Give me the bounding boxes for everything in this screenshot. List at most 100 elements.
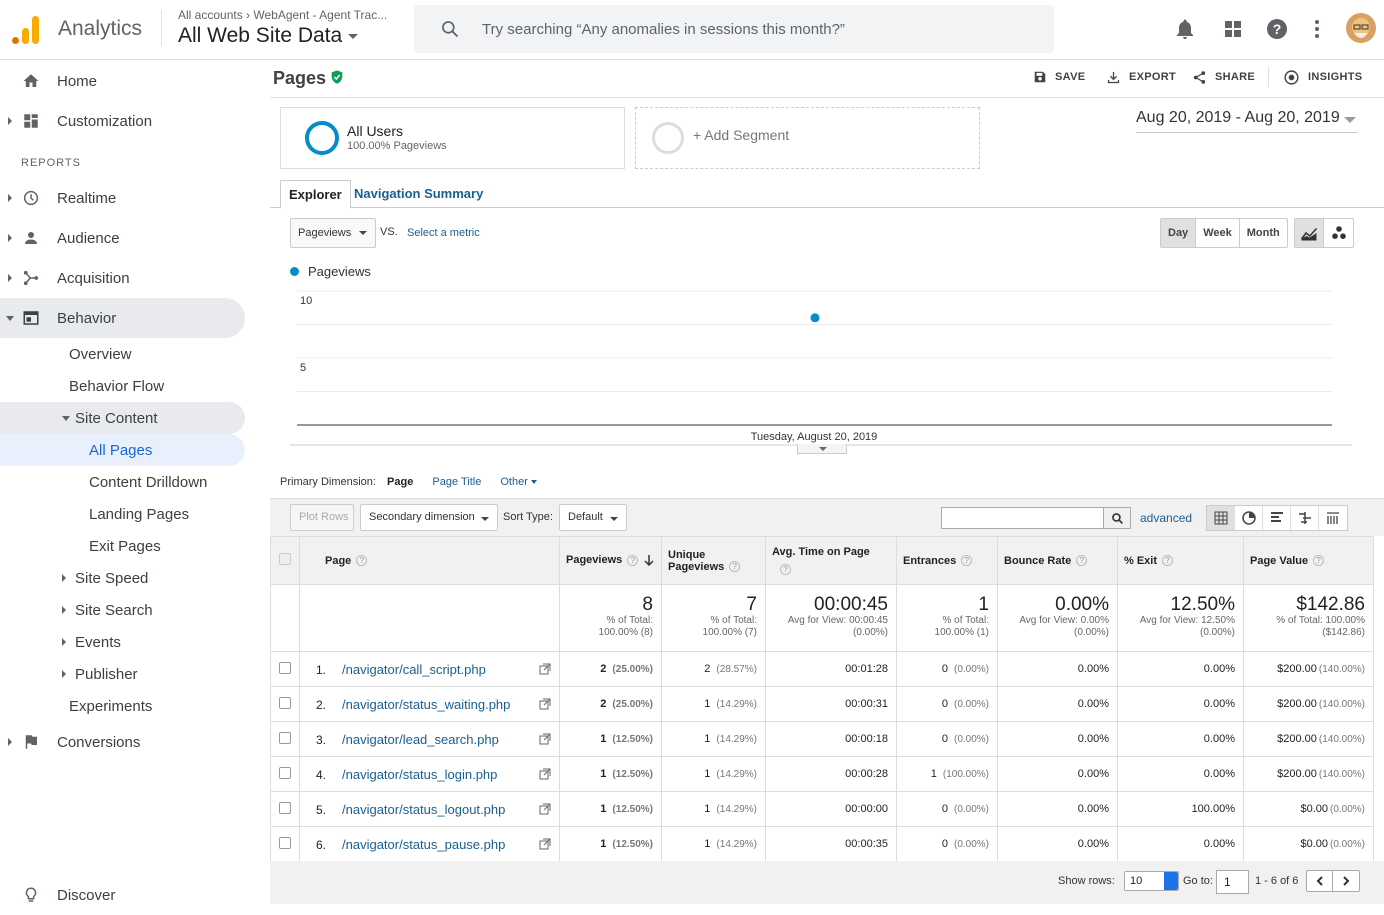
row-checkbox[interactable] (279, 731, 291, 744)
help-icon[interactable]: ? (1076, 555, 1088, 567)
avatar[interactable] (1346, 13, 1376, 43)
dimension-page-title[interactable]: Page Title (432, 476, 481, 488)
select-all-checkbox[interactable] (279, 553, 291, 565)
tab-explorer[interactable]: Explorer (280, 180, 351, 209)
month-button[interactable]: Month (1240, 219, 1287, 247)
select-metric-link[interactable]: Select a metric (407, 227, 480, 239)
dimension-page[interactable]: Page (387, 476, 413, 488)
open-external-icon[interactable] (539, 698, 551, 710)
row-checkbox[interactable] (279, 661, 291, 674)
help-icon[interactable]: ? (729, 561, 741, 573)
view-selector[interactable]: All Web Site Data (178, 24, 359, 48)
metric-selector[interactable]: Pageviews (290, 218, 376, 248)
sidebar-item-site-speed[interactable]: Site Speed (62, 562, 148, 594)
sidebar-item-overview[interactable]: Overview (69, 338, 132, 370)
share-button[interactable]: SHARE (1192, 69, 1255, 85)
prev-page-button[interactable] (1307, 871, 1334, 891)
page-link[interactable]: /navigator/status_login.php (342, 767, 497, 782)
rows-per-page-select[interactable]: 10 (1124, 871, 1179, 891)
help-icon[interactable]: ? (356, 555, 368, 567)
sidebar-item-landing-pages[interactable]: Landing Pages (89, 498, 189, 530)
search-bar[interactable]: Try searching “Any anomalies in sessions… (414, 5, 1054, 53)
page-link[interactable]: /navigator/status_pause.php (342, 837, 505, 852)
header-page[interactable]: Page? (299, 536, 560, 585)
table-view-icon[interactable] (1207, 506, 1235, 530)
sidebar-item-publisher[interactable]: Publisher (62, 658, 138, 690)
sidebar-item-home[interactable]: Home (0, 61, 245, 101)
row-checkbox[interactable] (279, 836, 291, 849)
open-external-icon[interactable] (539, 663, 551, 675)
add-segment-button[interactable]: + Add Segment (635, 107, 980, 169)
help-icon[interactable]: ? (1313, 555, 1325, 567)
pie-view-icon[interactable] (1235, 506, 1263, 530)
header-unique-pageviews[interactable]: Unique Pageviews? (661, 536, 766, 585)
account-breadcrumb[interactable]: All accounts › WebAgent - Agent Trac... (178, 8, 387, 22)
sidebar-item-audience[interactable]: Audience (0, 218, 245, 258)
motion-chart-icon[interactable] (1324, 219, 1353, 247)
more-vert-icon[interactable] (1305, 17, 1329, 41)
sidebar-item-events[interactable]: Events (62, 626, 121, 658)
open-external-icon[interactable] (539, 838, 551, 850)
header-exit[interactable]: % Exit? (1117, 536, 1244, 585)
row-checkbox[interactable] (279, 801, 291, 814)
header-bounce-rate[interactable]: Bounce Rate? (997, 536, 1118, 585)
sidebar-item-behavior-flow[interactable]: Behavior Flow (69, 370, 164, 402)
row-checkbox[interactable] (279, 696, 291, 709)
insights-button[interactable]: INSIGHTS (1283, 69, 1362, 85)
day-button[interactable]: Day (1161, 219, 1197, 247)
date-range-picker[interactable]: Aug 20, 2019 - Aug 20, 2019 (1136, 109, 1358, 133)
sidebar-item-acquisition[interactable]: Acquisition (0, 258, 245, 298)
line-chart-icon[interactable] (1295, 219, 1324, 247)
performance-view-icon[interactable] (1263, 506, 1291, 530)
next-page-button[interactable] (1333, 871, 1359, 891)
week-button[interactable]: Week (1196, 219, 1240, 247)
select-all-cell (270, 536, 300, 585)
sidebar-item-conversions[interactable]: Conversions (0, 722, 245, 762)
header-entrances[interactable]: Entrances? (896, 536, 998, 585)
sort-type-select[interactable]: Default (559, 504, 627, 531)
row-checkbox[interactable] (279, 766, 291, 779)
bell-icon[interactable] (1173, 17, 1197, 41)
page-link[interactable]: /navigator/status_waiting.php (342, 697, 510, 712)
open-external-icon[interactable] (539, 768, 551, 780)
help-icon[interactable]: ? (627, 555, 639, 567)
advanced-filter-link[interactable]: advanced (1140, 511, 1192, 525)
open-external-icon[interactable] (539, 803, 551, 815)
page-link[interactable]: /navigator/lead_search.php (342, 732, 499, 747)
sidebar-item-realtime[interactable]: Realtime (0, 178, 245, 218)
sidebar-item-site-content[interactable]: Site Content (0, 402, 245, 434)
table-filter-input[interactable] (941, 507, 1104, 529)
sidebar-item-discover[interactable]: Discover (0, 875, 245, 915)
segment-all-users[interactable]: All Users 100.00% Pageviews (280, 107, 625, 169)
help-icon[interactable]: ? (961, 555, 973, 567)
sidebar-item-all-pages[interactable]: All Pages (0, 434, 245, 466)
sidebar-item-behavior[interactable]: Behavior (0, 298, 245, 338)
chart-expand-handle[interactable] (797, 444, 847, 454)
help-icon[interactable]: ? (1265, 17, 1289, 41)
tab-navigation-summary[interactable]: Navigation Summary (346, 180, 491, 209)
pivot-view-icon[interactable] (1319, 506, 1347, 530)
analytics-logo-icon[interactable] (12, 14, 40, 44)
help-icon[interactable]: ? (780, 564, 791, 575)
go-to-input[interactable]: 1 (1216, 870, 1249, 894)
sidebar-item-experiments[interactable]: Experiments (69, 690, 152, 722)
comparison-view-icon[interactable] (1291, 506, 1319, 530)
save-button[interactable]: SAVE (1033, 69, 1085, 85)
sidebar-item-exit-pages[interactable]: Exit Pages (89, 530, 161, 562)
sidebar-item-site-search[interactable]: Site Search (62, 594, 153, 626)
sidebar-item-customization[interactable]: Customization (0, 101, 245, 141)
filter-search-button[interactable] (1103, 507, 1131, 529)
plot-rows-button[interactable]: Plot Rows (290, 504, 354, 531)
header-pageviews[interactable]: Pageviews? (559, 536, 662, 585)
secondary-dimension-select[interactable]: Secondary dimension (360, 504, 498, 531)
page-link[interactable]: /navigator/call_script.php (342, 662, 486, 677)
help-icon[interactable]: ? (1162, 555, 1174, 567)
apps-grid-icon[interactable] (1221, 17, 1245, 41)
header-page-value[interactable]: Page Value? (1243, 536, 1374, 585)
export-button[interactable]: EXPORT (1106, 69, 1176, 85)
sidebar-item-content-drilldown[interactable]: Content Drilldown (89, 466, 207, 498)
open-external-icon[interactable] (539, 733, 551, 745)
header-avg-time[interactable]: Avg. Time on Page? (765, 536, 897, 585)
page-link[interactable]: /navigator/status_logout.php (342, 802, 505, 817)
dimension-other[interactable]: Other (500, 476, 537, 488)
